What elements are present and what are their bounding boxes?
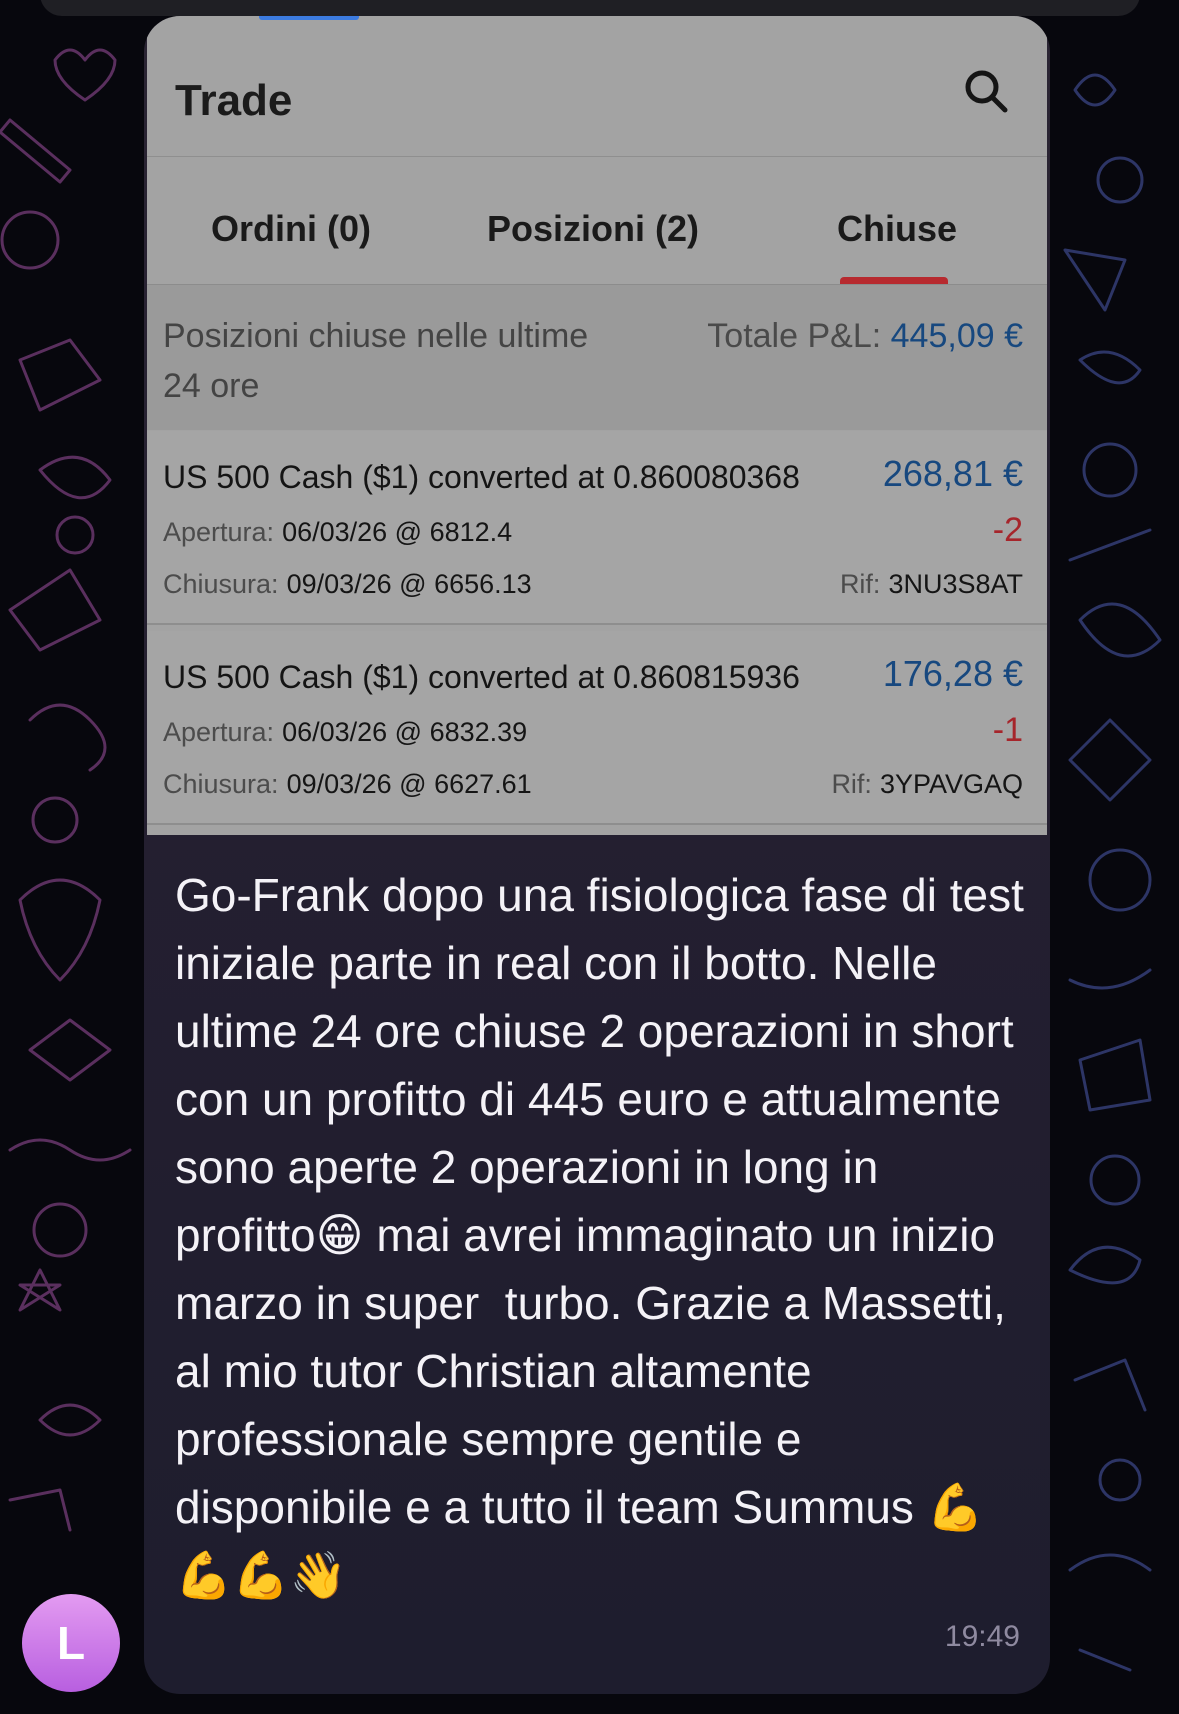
position-quantity: -2 <box>992 511 1023 549</box>
message-bubble[interactable]: Trade Ordini (0) Posizioni (2) Chiuse Po… <box>144 16 1050 1694</box>
position-close: Chiusura: 09/03/26 @ 6656.13 <box>163 569 532 600</box>
ref-label: Rif: <box>831 769 872 799</box>
message-time: 19:49 <box>944 1620 1020 1653</box>
ref-value: 3YPAVGAQ <box>879 769 1023 799</box>
app-title: Trade <box>175 76 293 125</box>
sender-avatar[interactable]: L <box>22 1594 120 1692</box>
position-quantity: -1 <box>992 711 1023 749</box>
total-pnl-value: 445,09 € <box>890 317 1023 355</box>
close-value: 09/03/26 @ 6656.13 <box>286 569 532 599</box>
position-row[interactable]: US 500 Cash ($1) converted at 0.86008036… <box>147 431 1047 625</box>
close-value: 09/03/26 @ 6627.61 <box>286 769 532 799</box>
active-tab-indicator <box>840 277 948 284</box>
message-text: Go-Frank dopo una fisiologica fase di te… <box>175 869 1050 1601</box>
top-bar <box>40 0 1140 16</box>
total-pnl-label: Totale P&L: <box>707 317 882 355</box>
position-open: Apertura: 06/03/26 @ 6832.39 <box>163 717 527 748</box>
position-name: US 500 Cash ($1) converted at 0.86008036… <box>163 459 800 495</box>
ref-value: 3NU3S8AT <box>888 569 1023 599</box>
position-ref: Rif: 3NU3S8AT <box>840 569 1023 600</box>
position-name: US 500 Cash ($1) converted at 0.86081593… <box>163 659 800 695</box>
close-label: Chiusura: <box>163 769 279 799</box>
position-ref: Rif: 3YPAVGAQ <box>831 769 1023 800</box>
summary-total: Totale P&L: 445,09 € <box>707 311 1023 361</box>
ref-label: Rif: <box>839 569 881 599</box>
position-pnl: 176,28 € <box>882 653 1023 694</box>
app-header: Trade <box>147 16 1047 157</box>
closed-positions-summary: Posizioni chiuse nelle ultime 24 ore Tot… <box>147 285 1047 430</box>
position-pnl: 268,81 € <box>882 453 1023 494</box>
tab-bar: Ordini (0) Posizioni (2) Chiuse <box>147 156 1047 285</box>
open-value: 06/03/26 @ 6832.39 <box>282 717 528 747</box>
open-label: Apertura: <box>163 717 275 747</box>
search-icon[interactable] <box>959 64 1015 120</box>
trade-screenshot[interactable]: Trade Ordini (0) Posizioni (2) Chiuse Po… <box>147 16 1047 835</box>
summary-caption: Posizioni chiuse nelle ultime 24 ore <box>163 317 589 405</box>
open-label: Apertura: <box>163 517 275 547</box>
position-open: Apertura: 06/03/26 @ 6812.4 <box>163 517 512 548</box>
position-close: Chiusura: 09/03/26 @ 6627.61 <box>163 769 532 800</box>
tab-posizioni[interactable]: Posizioni (2) <box>487 208 699 250</box>
position-row[interactable]: US 500 Cash ($1) converted at 0.86081593… <box>147 631 1047 825</box>
close-label: Chiusura: <box>163 569 279 599</box>
tab-ordini[interactable]: Ordini (0) <box>211 208 371 250</box>
open-value: 06/03/26 @ 6812.4 <box>282 517 513 547</box>
tab-chiuse[interactable]: Chiuse <box>837 208 957 250</box>
next-row-stub <box>147 824 1047 835</box>
